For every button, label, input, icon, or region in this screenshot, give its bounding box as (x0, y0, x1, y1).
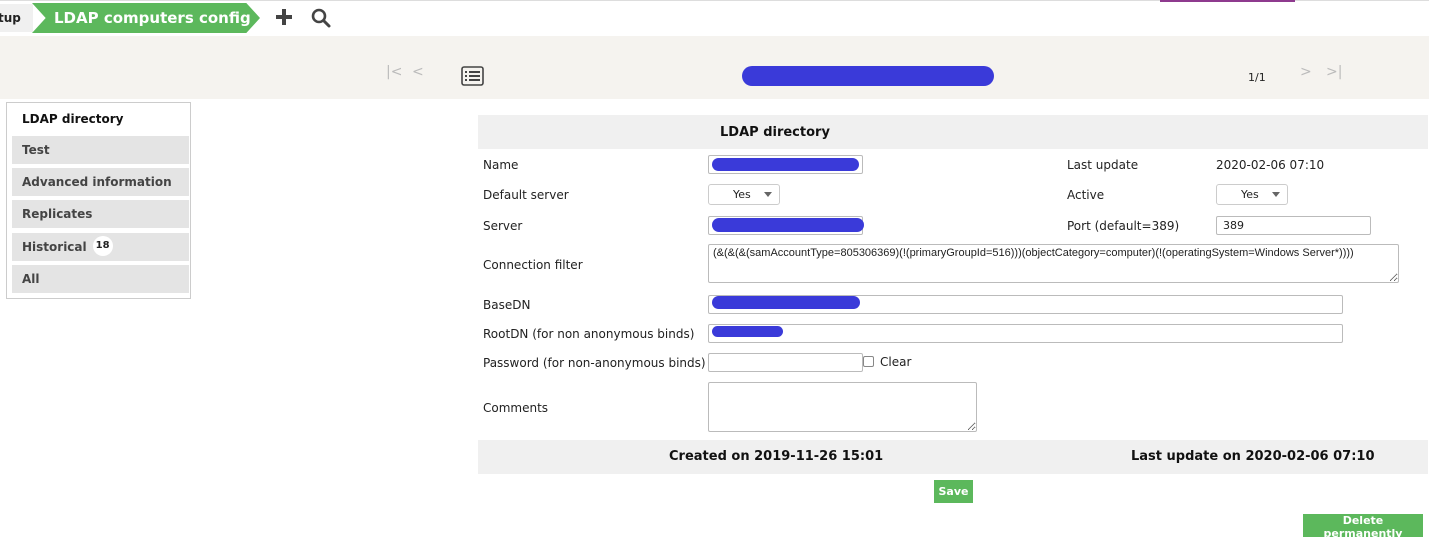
tab-replicates[interactable]: Replicates (12, 200, 189, 228)
name-redaction (712, 158, 859, 171)
connection-filter-textarea[interactable]: (&(&(&(samAccountType=805306369)(!(prima… (708, 244, 1399, 283)
historical-count-badge: 18 (92, 235, 113, 256)
tab-list: LDAP directory Test Advanced information… (6, 102, 191, 299)
save-button[interactable]: Save (934, 480, 973, 503)
name-label: Name (483, 158, 519, 172)
section-title: LDAP directory (720, 125, 830, 140)
rootdn-label: RootDN (for non anonymous binds) (483, 327, 695, 341)
record-title: redacted (742, 66, 994, 86)
record-navigation-strip (0, 36, 1429, 99)
active-value: Yes (1241, 188, 1259, 201)
connection-filter-label: Connection filter (483, 258, 583, 272)
server-redaction (712, 218, 864, 232)
breadcrumb-previous[interactable]: tup (0, 4, 33, 32)
created-on-text: Created on 2019-11-26 15:01 (669, 449, 884, 464)
previous-record-icon[interactable]: < (412, 64, 424, 80)
last-record-icon[interactable]: >| (1326, 64, 1342, 80)
search-icon[interactable] (310, 7, 332, 29)
default-server-select[interactable]: Yes (708, 184, 780, 205)
rootdn-redaction (712, 326, 783, 337)
tab-advanced-information[interactable]: Advanced information (12, 168, 189, 196)
default-server-label: Default server (483, 188, 569, 202)
rootdn-input[interactable] (708, 324, 1343, 343)
basedn-label: BaseDN (483, 298, 531, 312)
breadcrumb-current[interactable]: LDAP computers config (32, 3, 260, 33)
tab-all[interactable]: All (12, 265, 189, 293)
tab-test[interactable]: Test (12, 136, 189, 164)
tab-historical-label: Historical (22, 240, 87, 254)
server-label: Server (483, 219, 523, 233)
last-update-label: Last update (1067, 158, 1139, 172)
active-label: Active (1067, 188, 1105, 202)
form-header-band (478, 115, 1428, 149)
clear-password-checkbox[interactable] (863, 356, 874, 367)
tab-historical[interactable]: Historical 18 (12, 233, 189, 261)
delete-permanently-button[interactable]: Delete permanently (1303, 514, 1423, 540)
header-accent-bar (1160, 0, 1295, 2)
clear-label: Clear (880, 355, 912, 369)
active-select[interactable]: Yes (1216, 184, 1288, 205)
first-record-icon[interactable]: |< (386, 64, 402, 80)
last-update-value: 2020-02-06 07:10 (1216, 158, 1325, 172)
comments-textarea[interactable] (708, 382, 977, 432)
list-icon[interactable] (461, 66, 484, 86)
chevron-down-icon (1272, 192, 1280, 197)
password-input[interactable] (708, 353, 863, 372)
comments-label: Comments (483, 401, 549, 415)
port-label: Port (default=389) (1067, 219, 1180, 233)
last-update-on-text: Last update on 2020-02-06 07:10 (1131, 449, 1375, 464)
next-record-icon[interactable]: > (1300, 64, 1312, 80)
default-server-value: Yes (733, 188, 751, 201)
basedn-redaction (712, 296, 860, 309)
port-input[interactable] (1216, 216, 1371, 235)
plus-icon[interactable] (274, 7, 294, 27)
password-label: Password (for non-anonymous binds) (483, 356, 706, 370)
pager-count: 1/1 (1248, 71, 1266, 84)
chevron-down-icon (764, 192, 772, 197)
tab-ldap-directory[interactable]: LDAP directory (12, 105, 189, 133)
